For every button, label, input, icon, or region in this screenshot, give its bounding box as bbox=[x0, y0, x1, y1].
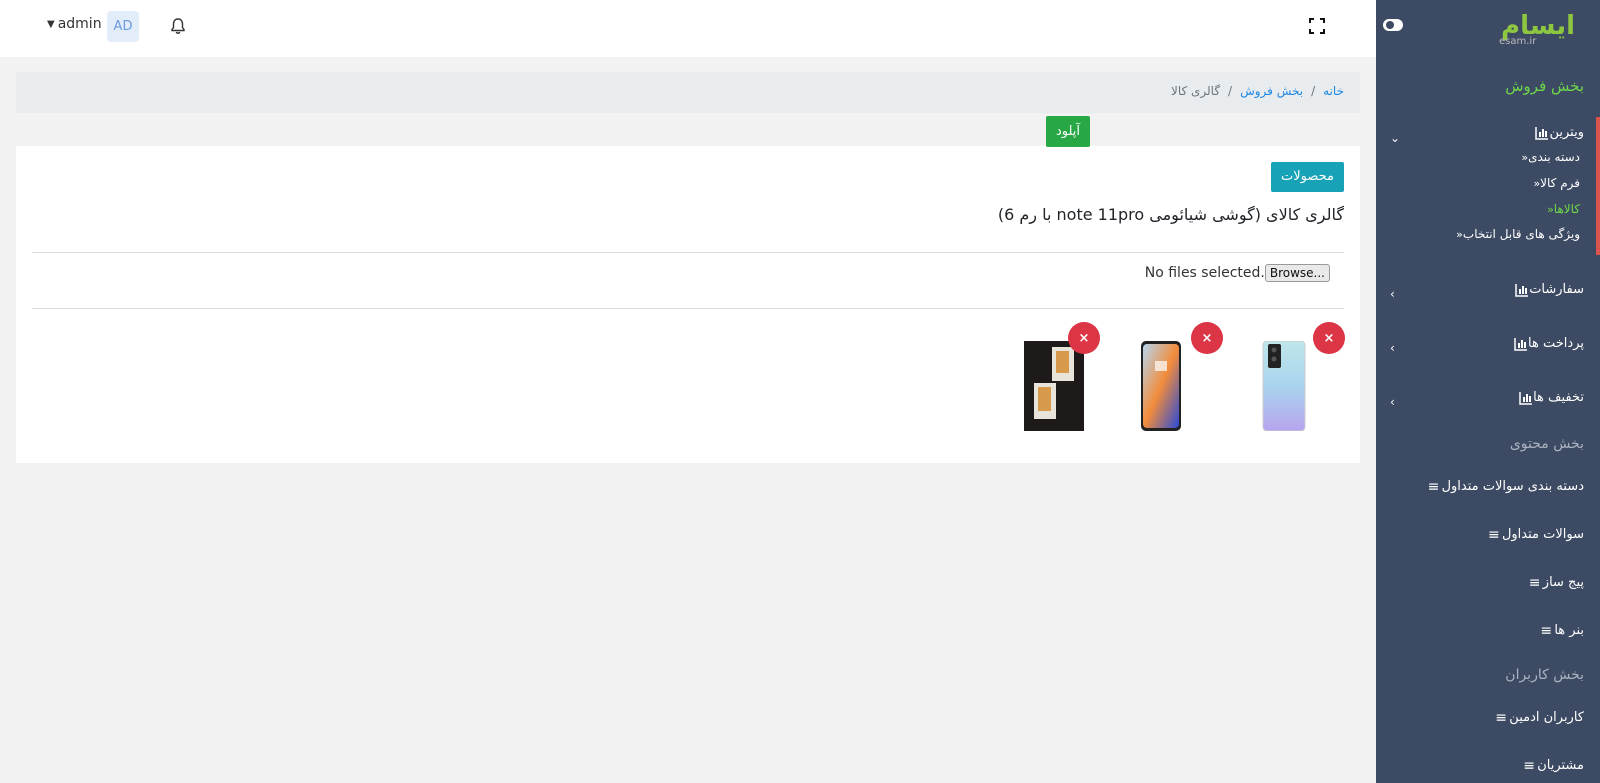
sidebar-sub-item[interactable]: » ویژگی های قابل انتخاب bbox=[1442, 227, 1580, 241]
sidebar-item-admin-users[interactable]: ≡ کاربران ادمین bbox=[1485, 710, 1584, 725]
sidebar-item-customers[interactable]: ≡ مشتریان bbox=[1513, 758, 1584, 773]
sidebar-item-showcase[interactable]: ویترین bbox=[1525, 125, 1584, 140]
no-files-text: No files selected. bbox=[1144, 265, 1265, 281]
breadcrumb-separator: / bbox=[1311, 84, 1316, 98]
delete-image-button[interactable]: × bbox=[1068, 322, 1100, 354]
user-name: admin bbox=[57, 16, 102, 32]
file-input[interactable]: No files selected. Browse... bbox=[1145, 264, 1336, 282]
sidebar-item-label: پرداخت ها bbox=[1528, 336, 1584, 351]
sidebar-section-sales: بخش فروش bbox=[1505, 77, 1584, 95]
top-navbar bbox=[0, 0, 1376, 57]
sidebar-item-label: کاربران ادمین bbox=[1509, 710, 1584, 725]
product-image bbox=[1024, 341, 1084, 431]
sidebar-toggle[interactable] bbox=[1383, 19, 1403, 31]
sidebar-sub-item[interactable]: » دسته بندی bbox=[1507, 150, 1580, 164]
products-button[interactable]: محصولات bbox=[1271, 162, 1344, 192]
sidebar-item-label: بنر ها bbox=[1554, 623, 1584, 638]
chart-icon bbox=[1535, 126, 1549, 140]
chart-icon bbox=[1514, 337, 1528, 351]
sidebar-item-orders[interactable]: سفارشات bbox=[1505, 282, 1584, 297]
sidebar-item-discounts[interactable]: تخفیف ها bbox=[1509, 390, 1584, 405]
gallery-card: محصولات گالری کالای (گوشی شیائومی note 1… bbox=[16, 146, 1360, 463]
sidebar-item-page-builder[interactable]: ≡ پیج ساز bbox=[1519, 575, 1584, 590]
product-image bbox=[1141, 341, 1181, 431]
double-chevron-icon: » bbox=[1547, 202, 1554, 216]
fullscreen-icon[interactable] bbox=[1309, 18, 1325, 34]
sidebar-item-label: تخفیف ها bbox=[1533, 390, 1584, 405]
page-title: گالری کالای (گوشی شیائومی note 11pro با … bbox=[997, 205, 1344, 224]
sidebar-item-faq[interactable]: ≡ سوالات متداول bbox=[1478, 527, 1584, 542]
sidebar-item-label: دسته بندی سوالات متداول bbox=[1441, 479, 1584, 494]
brand-logo: ایسام esam.ir bbox=[1499, 11, 1575, 46]
chevron-left-icon[interactable]: ‹ bbox=[1390, 395, 1395, 409]
delete-image-button[interactable]: × bbox=[1313, 322, 1345, 354]
chart-icon bbox=[1519, 391, 1533, 405]
divider bbox=[32, 308, 1344, 309]
sidebar-sub-item-active[interactable]: » کالاها bbox=[1533, 202, 1580, 216]
sidebar-section-content: بخش محتوی bbox=[1509, 436, 1584, 452]
sidebar-item-payments[interactable]: پرداخت ها bbox=[1504, 336, 1584, 351]
product-image bbox=[1262, 341, 1306, 431]
sidebar-item-faq-categories[interactable]: ≡ دسته بندی سوالات متداول bbox=[1418, 479, 1584, 494]
chevron-down-icon: ▼ bbox=[47, 18, 55, 30]
divider bbox=[32, 252, 1344, 253]
bars-icon: ≡ bbox=[1427, 478, 1440, 495]
sidebar-item-label: ویترین bbox=[1549, 125, 1584, 140]
double-chevron-icon: » bbox=[1456, 227, 1463, 241]
double-chevron-icon: » bbox=[1533, 176, 1541, 190]
user-menu[interactable]: ▼ admin bbox=[47, 16, 102, 32]
bars-icon: ≡ bbox=[1487, 526, 1500, 543]
bars-icon: ≡ bbox=[1528, 574, 1541, 591]
breadcrumb-sales-link[interactable]: بخش فروش bbox=[1240, 84, 1303, 98]
delete-image-button[interactable]: × bbox=[1191, 322, 1223, 354]
sidebar-item-label: سوالات متداول bbox=[1501, 527, 1584, 542]
bars-icon: ≡ bbox=[1495, 709, 1508, 726]
bars-icon: ≡ bbox=[1523, 757, 1535, 774]
active-indicator bbox=[1596, 117, 1600, 255]
sidebar-section-users: بخش کاربران bbox=[1505, 667, 1584, 683]
sidebar-sub-item[interactable]: » فرم کالا bbox=[1519, 176, 1580, 190]
double-chevron-icon: » bbox=[1521, 150, 1529, 164]
breadcrumb: خانه / بخش فروش / گالری کالا bbox=[16, 72, 1360, 113]
chevron-left-icon[interactable]: ‹ bbox=[1390, 341, 1395, 355]
sidebar-item-label: پیج ساز bbox=[1542, 575, 1584, 590]
bars-icon: ≡ bbox=[1540, 622, 1553, 639]
breadcrumb-current: گالری کالا bbox=[1170, 84, 1221, 98]
sidebar-item-label: مشتریان bbox=[1537, 758, 1584, 773]
bell-icon[interactable] bbox=[169, 17, 187, 35]
sidebar-item-label: سفارشات bbox=[1529, 282, 1584, 297]
sidebar-item-banners[interactable]: ≡ بنر ها bbox=[1530, 623, 1584, 638]
breadcrumb-home-link[interactable]: خانه bbox=[1323, 84, 1344, 98]
chart-icon bbox=[1515, 283, 1529, 297]
avatar[interactable]: AD bbox=[107, 11, 139, 42]
logo-subtext: esam.ir bbox=[1499, 36, 1537, 46]
upload-button[interactable]: آپلود bbox=[1046, 116, 1090, 147]
browse-button[interactable]: Browse... bbox=[1264, 264, 1330, 282]
chevron-down-icon[interactable]: ⌄ bbox=[1390, 131, 1400, 145]
chevron-left-icon[interactable]: ‹ bbox=[1390, 287, 1395, 301]
breadcrumb-separator: / bbox=[1228, 84, 1233, 98]
